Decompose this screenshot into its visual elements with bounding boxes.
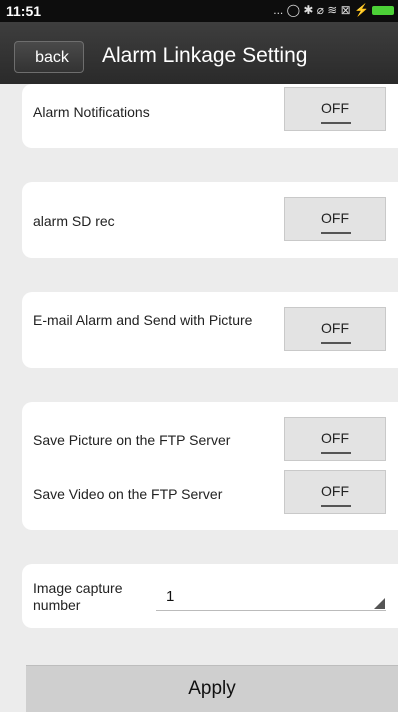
ftp-picture-toggle[interactable]: OFF <box>284 417 386 461</box>
apply-button[interactable]: Apply <box>26 665 398 712</box>
ftp-video-toggle[interactable]: OFF <box>284 470 386 514</box>
select-underline <box>156 610 386 611</box>
dropdown-corner-icon <box>374 598 385 609</box>
alarm-notifications-card: Alarm Notifications OFF <box>22 84 398 148</box>
ftp-picture-label: Save Picture on the FTP Server <box>33 432 231 448</box>
image-capture-value: 1 <box>166 588 175 605</box>
page-title: Alarm Linkage Setting <box>102 44 308 67</box>
back-button[interactable]: back <box>14 41 84 73</box>
alarm-sd-rec-label: alarm SD rec <box>33 213 115 229</box>
battery-icon <box>372 6 394 16</box>
status-time: 11:51 <box>6 3 42 19</box>
alarm-sd-rec-card: alarm SD rec OFF <box>22 182 398 258</box>
alarm-sd-rec-toggle[interactable]: OFF <box>284 197 386 241</box>
email-alarm-card: E-mail Alarm and Send with Picture OFF <box>22 292 398 368</box>
image-capture-label: Image capture number <box>33 580 123 613</box>
status-icons-text: ... ◯ ✱ ⌀ ≋ ⊠ ⚡ <box>273 3 369 17</box>
email-alarm-toggle[interactable]: OFF <box>284 307 386 351</box>
status-icons: ... ◯ ✱ ⌀ ≋ ⊠ ⚡ <box>273 3 394 17</box>
alarm-notifications-label: Alarm Notifications <box>33 104 150 120</box>
image-capture-card: Image capture number 1 <box>22 564 398 628</box>
email-alarm-label: E-mail Alarm and Send with Picture <box>33 312 253 328</box>
ftp-video-label: Save Video on the FTP Server <box>33 486 223 502</box>
status-bar: 11:51 ... ◯ ✱ ⌀ ≋ ⊠ ⚡ <box>0 0 398 22</box>
app-header: back Alarm Linkage Setting <box>0 22 398 84</box>
ftp-card: Save Picture on the FTP Server OFF Save … <box>22 402 398 530</box>
alarm-notifications-toggle[interactable]: OFF <box>284 87 386 131</box>
